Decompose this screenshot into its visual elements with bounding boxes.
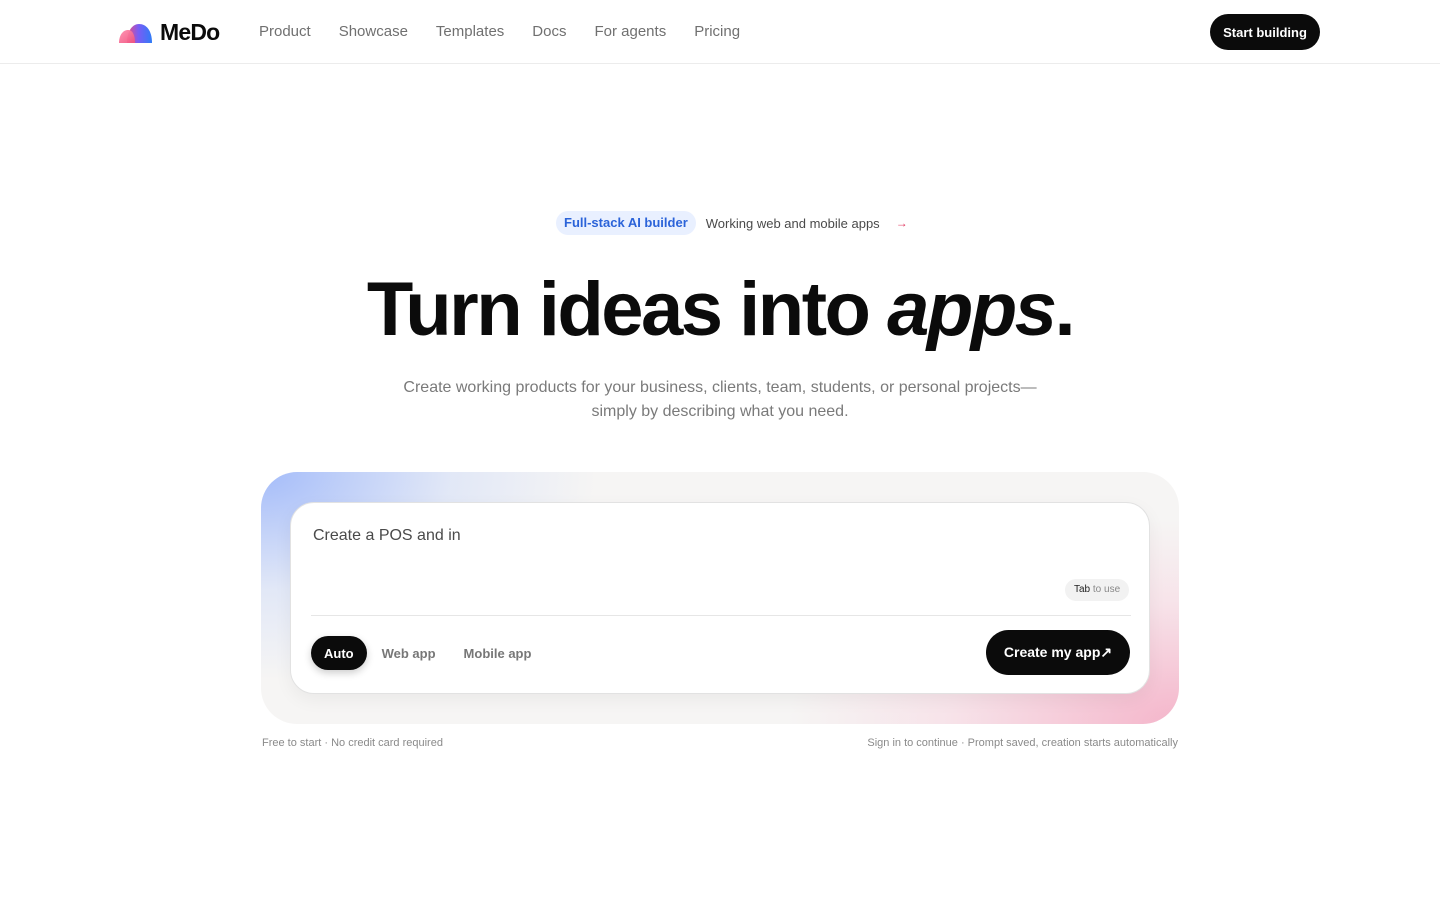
nav-docs[interactable]: Docs — [532, 22, 566, 42]
prompt-input[interactable]: Create a POS and in — [313, 527, 461, 545]
nav-for-agents[interactable]: For agents — [594, 22, 666, 42]
nav-showcase[interactable]: Showcase — [339, 22, 408, 42]
logo[interactable]: MeDo — [119, 17, 220, 47]
site-header: MeDo Product Showcase Templates Docs For… — [0, 0, 1440, 64]
hero-subtitle-line1: Create working products for your busines… — [403, 379, 1037, 396]
create-my-app-button[interactable]: Create my app↗ — [986, 630, 1130, 675]
hero-title: Turn ideas into apps. — [0, 262, 1440, 358]
nav-product[interactable]: Product — [259, 22, 311, 42]
hero-subtitle-line2: simply by describing what you need. — [591, 403, 849, 420]
announcement-pill[interactable]: Full-stack AI builder Working web and mo… — [556, 211, 908, 235]
mode-web-app[interactable]: Web app — [369, 636, 449, 670]
brand-name: MeDo — [160, 18, 220, 45]
hero-title-main: Turn ideas into — [366, 267, 888, 352]
main-nav: Product Showcase Templates Docs For agen… — [259, 22, 740, 42]
mode-auto[interactable]: Auto — [311, 636, 367, 670]
hero-title-end: . — [1054, 267, 1075, 352]
tab-hint: Tab to use — [1065, 579, 1130, 601]
mode-selector: Auto Web app Mobile app — [311, 636, 544, 670]
medo-logo-icon — [119, 24, 152, 43]
card-divider — [311, 615, 1131, 616]
arrow-right-icon: → — [895, 216, 908, 230]
announcement-badge: Full-stack AI builder — [556, 211, 696, 235]
tab-hint-text: to use — [1090, 584, 1121, 595]
mode-mobile-app[interactable]: Mobile app — [451, 636, 545, 670]
nav-pricing[interactable]: Pricing — [694, 22, 740, 42]
hero-title-emphasis: apps — [887, 267, 1057, 352]
start-building-button[interactable]: Start building — [1210, 14, 1320, 50]
free-to-start-note: Free to start · No credit card required — [262, 737, 443, 749]
nav-templates[interactable]: Templates — [436, 22, 504, 42]
prompt-card: Create a POS and in Tab to use Auto Web … — [290, 502, 1150, 694]
sign-in-note: Sign in to continue · Prompt saved, crea… — [867, 737, 1178, 749]
announcement-text: Working web and mobile apps — [705, 215, 880, 231]
tab-key: Tab — [1074, 584, 1091, 595]
hero-subtitle: Create working products for your busines… — [370, 376, 1070, 424]
